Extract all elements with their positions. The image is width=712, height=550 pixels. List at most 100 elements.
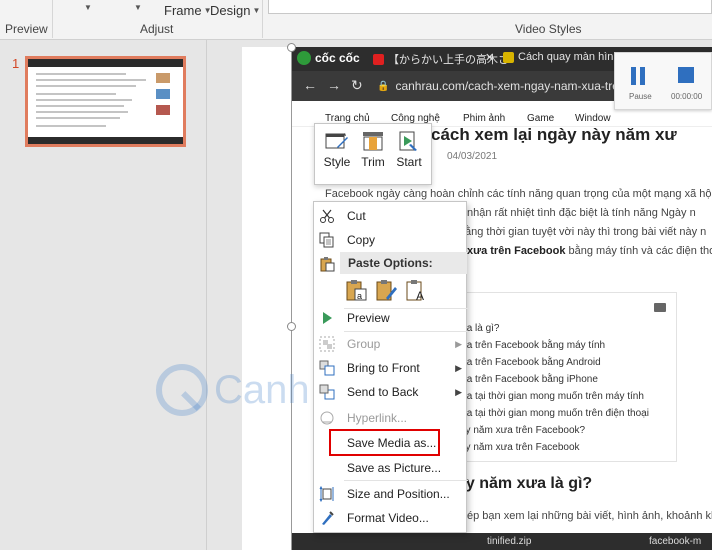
paste-icon (319, 256, 335, 272)
thumbnail-line (36, 117, 120, 119)
trim-label: Trim (361, 155, 385, 169)
paste-use-destination-theme-icon[interactable]: a (344, 278, 368, 302)
menu-label: Group (347, 337, 381, 351)
menu-item-save-as-picture[interactable]: Save as Picture... (314, 456, 468, 480)
article-title: cách xem lại ngày này năm xư (431, 125, 677, 144)
bring-to-front-icon (319, 360, 335, 376)
lock-icon: 🔒 (377, 80, 390, 92)
toc-item[interactable]: ưa trên Facebook bằng Android (460, 357, 601, 368)
paste-keep-text-only-icon[interactable]: A (404, 278, 428, 302)
paste-keep-source-formatting-icon[interactable] (374, 278, 398, 302)
browser-logo-text: cốc cốc (315, 51, 360, 65)
browser-tab[interactable]: Cách quay màn hìn (503, 51, 613, 63)
tab-close-icon[interactable]: ✕ (485, 51, 494, 64)
send-to-back-icon (319, 384, 335, 400)
size-position-icon (319, 486, 335, 502)
article-bold-text: xưa trên Facebook (467, 245, 566, 257)
ribbon: Preview ▼ ▼ Frame ▼ Design ▼ Adjust Vide… (0, 0, 712, 40)
adjust-dropdown[interactable]: ▼ (84, 3, 92, 12)
thumbnail-line (36, 111, 128, 113)
menu-label: Bring to Front (347, 361, 420, 375)
chevron-down-icon: ▼ (134, 3, 142, 12)
thumbnail-line (36, 79, 146, 81)
download-bar: tinified.zip facebook-m (291, 533, 712, 550)
ribbon-divider (262, 0, 263, 38)
thumbnail-bottom-bar (28, 137, 183, 144)
menu-item-bring-to-front[interactable]: Bring to Front ▶ (314, 356, 468, 380)
slide-thumbnail-panel: 1 (0, 40, 207, 550)
video-styles-group-label: Video Styles (515, 22, 582, 36)
menu-item-send-to-back[interactable]: Send to Back ▶ (314, 380, 468, 404)
start-label: Start (396, 155, 422, 169)
forward-icon[interactable]: → (327, 77, 341, 93)
article-paragraph: Facebook ngày càng hoàn chỉnh các tính n… (325, 188, 712, 200)
toc-item[interactable]: ày năm xưa trên Facebook (460, 442, 580, 453)
context-menu: Cut Copy Paste Options: a A Preview Grou… (313, 201, 468, 533)
reload-icon[interactable]: ↻ (351, 77, 363, 94)
toc-item[interactable]: ưa tại thời gian mong muốn trên điện tho… (460, 408, 649, 419)
pause-icon[interactable] (631, 67, 645, 85)
menu-label: Hyperlink... (347, 411, 408, 425)
style-label: Style (323, 155, 351, 169)
thumbnail-tabbar (28, 59, 183, 67)
menu-item-group[interactable]: Group ▶ (314, 332, 468, 356)
site-nav-item[interactable]: Phim ảnh (463, 113, 505, 124)
trim-button[interactable]: Trim (355, 130, 391, 169)
play-icon (319, 310, 335, 326)
site-nav-item[interactable]: Game (527, 113, 554, 124)
toc-toggle-icon[interactable] (654, 303, 666, 312)
time-readout: 00:00:00 (671, 92, 703, 101)
svg-text:A: A (416, 289, 424, 302)
resize-handle[interactable] (287, 43, 296, 52)
submenu-arrow-icon: ▶ (455, 362, 462, 373)
menu-item-copy[interactable]: Copy (314, 228, 468, 252)
start-play-icon (397, 130, 421, 152)
submenu-arrow-icon: ▶ (455, 386, 462, 397)
preview-group-label: Preview (5, 22, 48, 36)
scissors-icon (319, 208, 335, 224)
url-text: canhrau.com/cach-xem-ngay-nam-xua-tren- (395, 79, 630, 93)
toc-item[interactable]: ày năm xưa trên Facebook? (460, 425, 585, 436)
selection-border (291, 47, 292, 550)
menu-item-preview[interactable]: Preview (314, 306, 468, 330)
slide-number: 1 (12, 56, 20, 71)
thumbnail-line (36, 73, 126, 75)
menu-item-hyperlink[interactable]: Hyperlink... (314, 406, 468, 430)
menu-label: Cut (347, 209, 366, 223)
youtube-icon (373, 53, 384, 65)
pause-label: Pause (629, 92, 652, 101)
site-nav-item[interactable]: Window (575, 113, 611, 124)
style-button[interactable]: Style (319, 130, 355, 169)
menu-label: Copy (347, 233, 376, 247)
menu-item-size-and-position[interactable]: Size and Position... (314, 482, 468, 506)
adjust-group-label: Adjust (140, 22, 174, 36)
adjust-dropdown-2[interactable]: ▼ (134, 3, 142, 12)
menu-label: Size and Position... (347, 487, 450, 501)
site-favicon-icon (503, 51, 514, 63)
paste-options-label: Paste Options: (348, 256, 433, 270)
back-icon[interactable]: ← (303, 77, 317, 93)
toc-item[interactable]: ưa tại thời gian mong muốn trên máy tính (460, 391, 644, 402)
resize-handle[interactable] (287, 322, 296, 331)
video-styles-gallery[interactable] (268, 0, 712, 14)
start-button[interactable]: Start (391, 130, 427, 169)
svg-text:a: a (357, 291, 362, 301)
menu-label: Preview (347, 311, 390, 325)
menu-item-cut[interactable]: Cut (314, 204, 468, 228)
article-date: 04/03/2021 (447, 151, 498, 162)
mini-toolbar: Style Trim Start (314, 123, 432, 185)
trim-video-icon (361, 130, 385, 152)
submenu-arrow-icon: ▶ (455, 338, 462, 349)
slide-thumbnail[interactable] (25, 56, 186, 147)
toc-item[interactable]: ưa trên Facebook bằng máy tính (460, 340, 605, 351)
thumbnail-image (156, 89, 170, 99)
design-label: Design (210, 3, 251, 18)
design-button[interactable]: Design ▼ (210, 3, 260, 18)
toc-item[interactable]: ưa trên Facebook bằng iPhone (460, 374, 598, 385)
download-item[interactable]: tinified.zip (487, 536, 531, 547)
video-style-icon (325, 130, 349, 152)
download-item[interactable]: facebook-m (649, 536, 701, 547)
poster-frame-button[interactable]: Frame ▼ (164, 3, 211, 18)
stop-icon[interactable] (678, 67, 694, 83)
menu-item-format-video[interactable]: Format Video... (314, 506, 468, 530)
